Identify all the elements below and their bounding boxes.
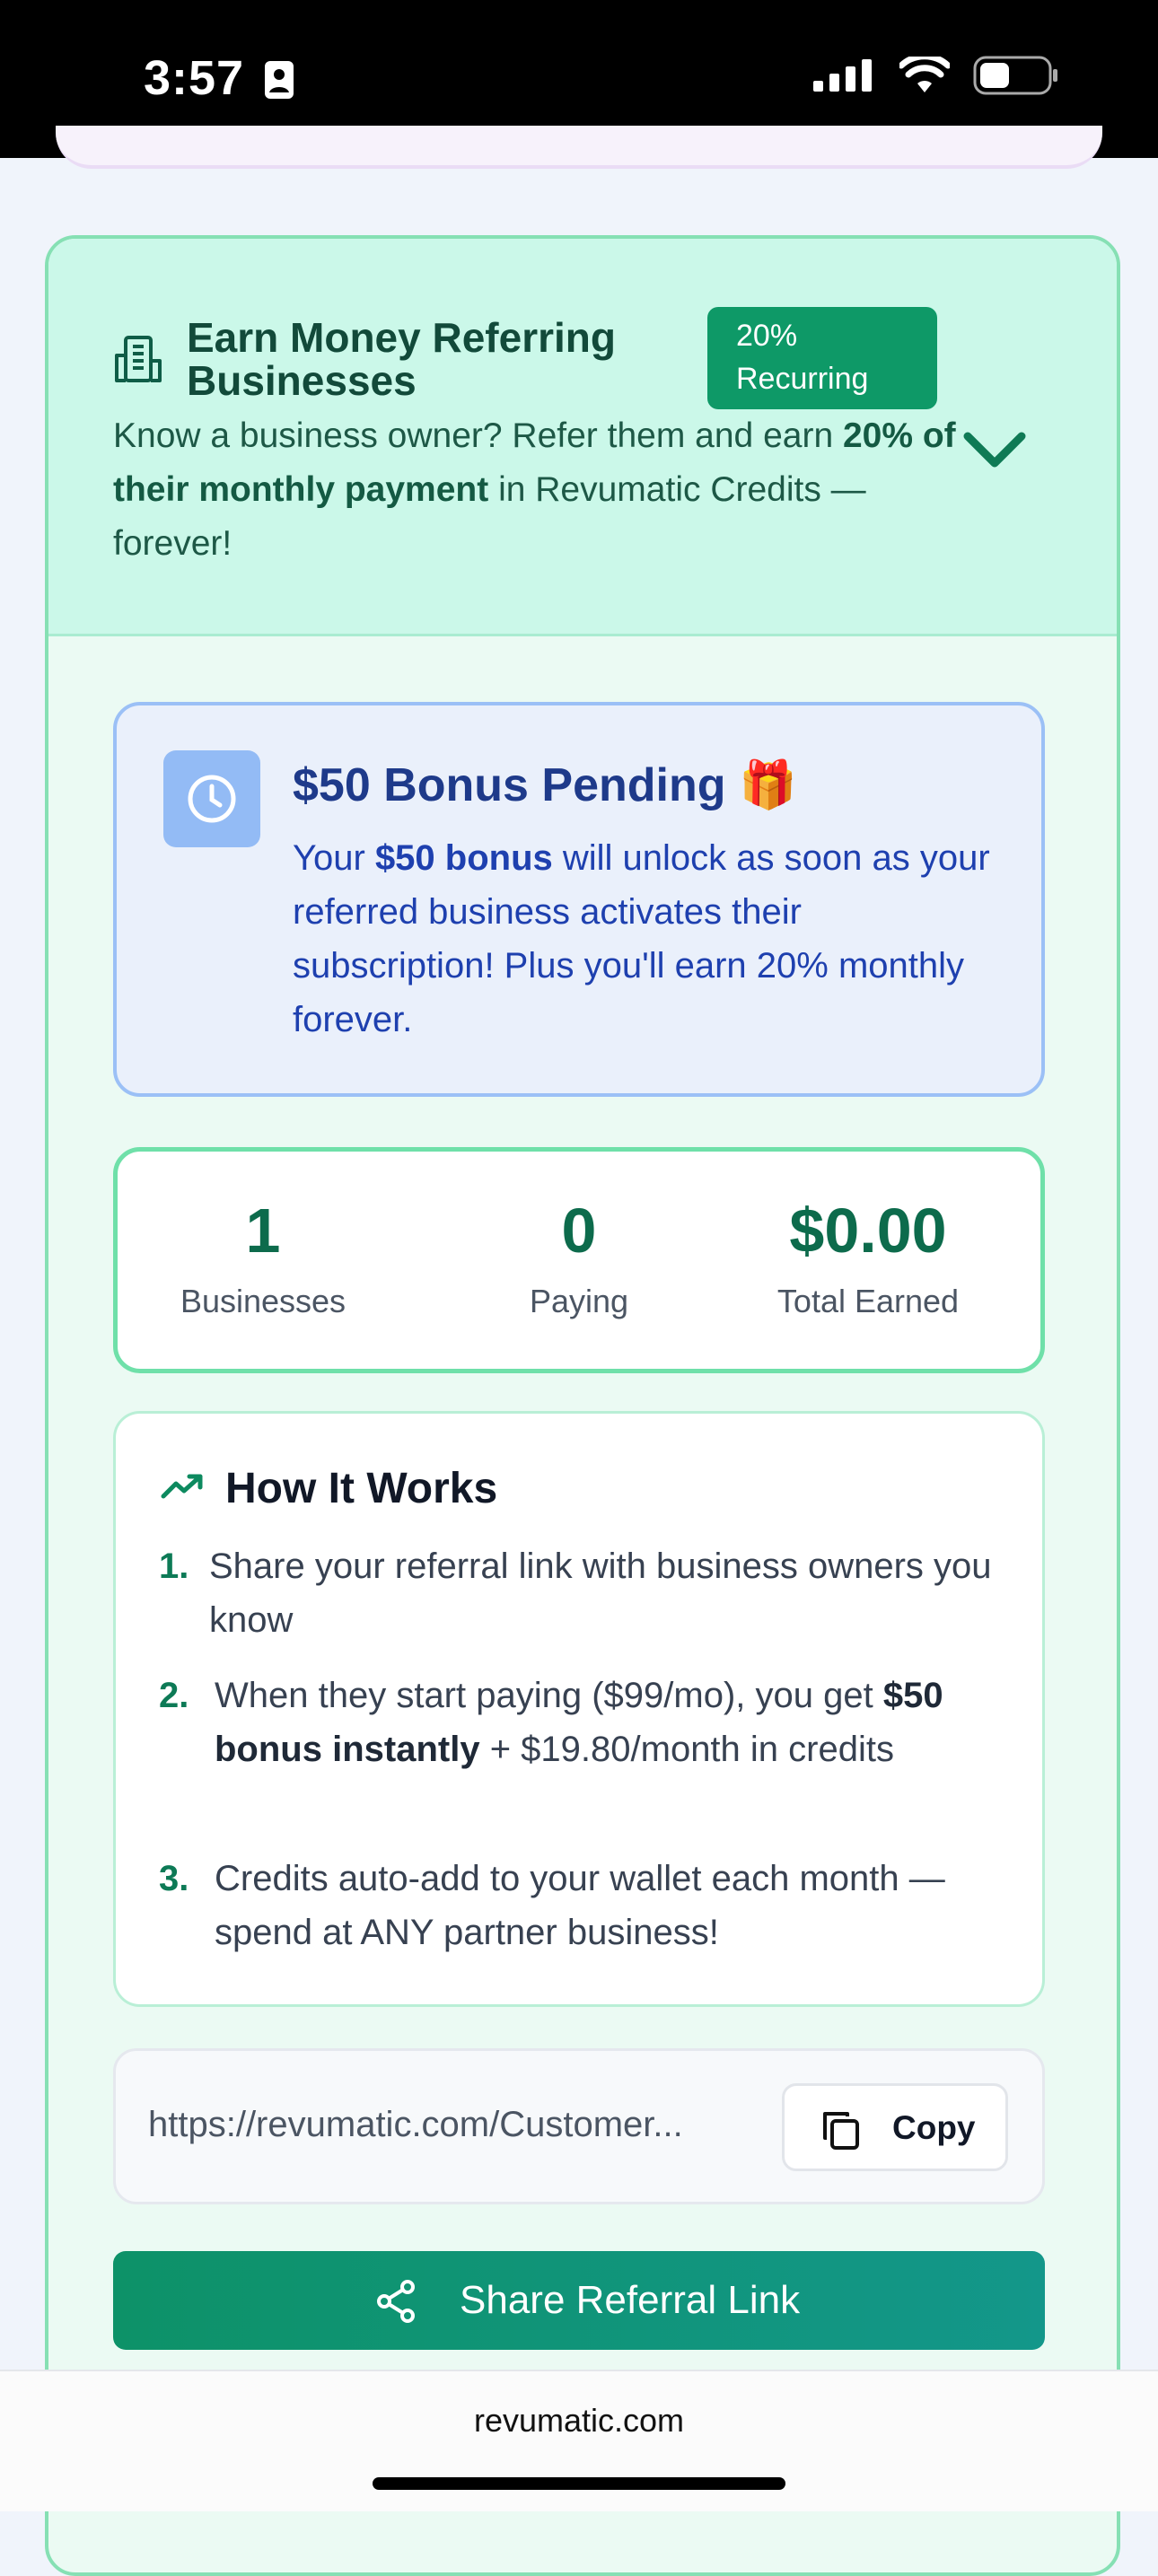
- stat-label: Businesses: [180, 1283, 347, 1319]
- stat-value: 0: [561, 1196, 597, 1266]
- status-icons: [813, 53, 1059, 100]
- battery-icon: [973, 56, 1059, 100]
- status-time-text: 3:57: [144, 51, 245, 105]
- home-indicator[interactable]: [373, 2477, 785, 2490]
- referral-card-header[interactable]: Earn Money Referring Businesses 20% Recu…: [48, 239, 1117, 636]
- how-it-works-title: How It Works: [225, 1465, 498, 1512]
- address-domain[interactable]: revumatic.com: [0, 2402, 1158, 2440]
- bonus-description: Your $50 bonus will unlock as soon as yo…: [293, 831, 1011, 1047]
- recurring-badge: 20% Recurring: [707, 307, 937, 409]
- step-number: 1.: [159, 1546, 189, 1586]
- copy-button[interactable]: Copy: [782, 2083, 1008, 2171]
- badge-label: Recurring: [736, 362, 869, 396]
- bonus-title-text: $50 Bonus Pending: [293, 759, 726, 811]
- referral-link-url[interactable]: https://revumatic.com/Customer...: [148, 2105, 683, 2145]
- clock-icon: [163, 750, 260, 847]
- stat-label: Paying: [529, 1283, 629, 1319]
- share-icon: [377, 2280, 415, 2323]
- referral-card: Earn Money Referring Businesses 20% Recu…: [45, 235, 1120, 2576]
- bonus-text-bold: $50 bonus: [374, 838, 553, 878]
- stat-businesses: 1 Businesses: [119, 1198, 407, 1320]
- previous-card-edge: [56, 126, 1102, 169]
- share-button-label: Share Referral Link: [460, 2278, 801, 2322]
- chevron-down-icon[interactable]: [959, 424, 1031, 482]
- cellular-signal-icon: [813, 59, 876, 96]
- gift-icon: 🎁: [738, 759, 797, 811]
- badge-percent: 20%: [736, 319, 798, 353]
- contact-card-icon: [264, 56, 294, 111]
- step-text: When they start paying ($99/mo), you get…: [215, 1669, 1013, 1776]
- step-text-end: + $19.80/month in credits: [479, 1730, 894, 1769]
- step-text: Share your referral link with business o…: [209, 1546, 992, 1640]
- referral-title: Earn Money Referring Businesses: [187, 314, 616, 404]
- bonus-pending-box: $50 Bonus Pending 🎁 Your $50 bonus will …: [113, 702, 1045, 1097]
- desc-text: Know a business owner? Refer them and ea…: [113, 416, 843, 455]
- share-referral-link-button[interactable]: Share Referral Link: [113, 2251, 1045, 2350]
- referral-link-box: https://revumatic.com/Customer... Copy: [113, 2048, 1045, 2204]
- stat-total-earned: $0.00 Total Earned: [724, 1198, 1012, 1320]
- referral-description: Know a business owner? Refer them and ea…: [113, 409, 966, 571]
- copy-icon: [823, 2112, 859, 2150]
- copy-button-label: Copy: [892, 2109, 976, 2146]
- status-time: 3:57: [144, 50, 294, 111]
- stat-value: 1: [245, 1196, 281, 1266]
- browser-bottom-bar: revumatic.com: [0, 2370, 1158, 2511]
- step-text: Credits auto-add to your wallet each mon…: [215, 1859, 945, 1952]
- bonus-text-start: Your: [293, 838, 375, 878]
- step-number: 2.: [159, 1676, 189, 1715]
- step-number: 3.: [159, 1859, 189, 1898]
- step-text-start: When they start paying ($99/mo), you get: [215, 1676, 883, 1715]
- how-it-works: How It Works 1. Share your referral link…: [113, 1411, 1045, 2007]
- stat-label: Total Earned: [776, 1283, 960, 1319]
- building-icon: [113, 334, 163, 389]
- trending-up-icon: [161, 1473, 204, 1506]
- wifi-icon: [898, 53, 952, 99]
- bonus-title: $50 Bonus Pending 🎁: [293, 758, 797, 812]
- stat-paying: 0 Paying: [435, 1198, 723, 1320]
- stat-value: $0.00: [789, 1196, 947, 1266]
- referral-stats: 1 Businesses 0 Paying $0.00 Total Earned: [113, 1147, 1045, 1373]
